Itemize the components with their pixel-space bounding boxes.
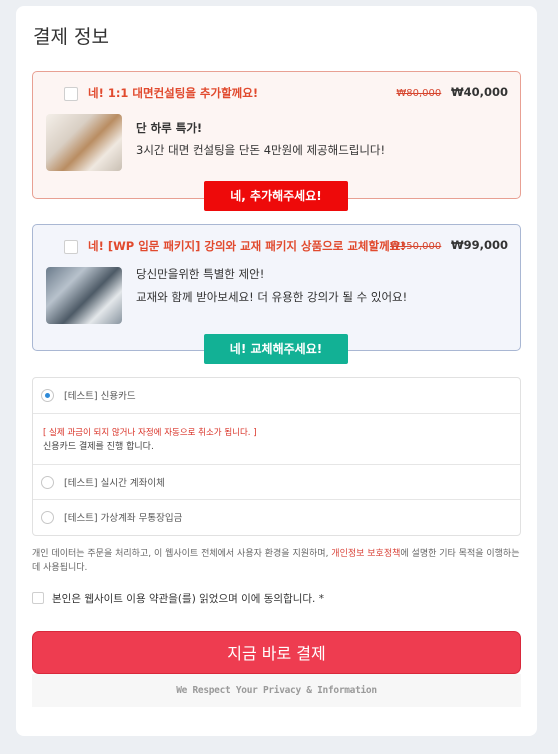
upsell-offer-consulting: 네! 1:1 대면컨설팅을 추가할께요! ₩80,000 ₩40,000 단 하… (32, 71, 521, 199)
test-payment-warning: [ 실제 과금이 되지 않거나 자정에 자동으로 취소가 됩니다. ] (43, 428, 257, 438)
offer-package-description: 교재와 함께 받아보세요! 더 유용한 강의가 될 수 있어요! (136, 290, 408, 304)
terms-checkbox[interactable] (32, 592, 44, 604)
add-consulting-button[interactable]: 네, 추가해주세요! (204, 181, 348, 211)
offer-consulting-image (46, 114, 122, 171)
offer-consulting-checkbox[interactable] (64, 87, 78, 101)
upsell-offer-package: 네! [WP 입문 패키지] 강의와 교재 패키지 상품으로 교체할께요! ₩3… (32, 224, 521, 351)
old-price: ₩350,000 (390, 241, 442, 252)
payment-method-label: [테스트] 가상계좌 무통장입금 (64, 513, 183, 524)
payment-method-label: [테스트] 실시간 계좌이체 (64, 478, 165, 489)
swap-package-button[interactable]: 네! 교체해주세요! (204, 334, 348, 364)
privacy-notice: 개인 데이터는 주문을 처리하고, 이 웹사이트 전체에서 사용자 환경을 지원… (32, 547, 522, 575)
radio-virtual-account[interactable] (41, 511, 54, 524)
terms-label: 본인은 웹사이트 이용 약관을(를) 읽었으며 이에 동의합니다. * (52, 593, 324, 605)
payment-method-bank-transfer[interactable]: [테스트] 실시간 계좌이체 (33, 465, 520, 500)
radio-credit-card[interactable] (41, 389, 54, 402)
page-title: 결제 정보 (33, 26, 109, 48)
offer-package-image (46, 267, 122, 324)
offer-package-headline: 네! [WP 입문 패키지] 강의와 교재 패키지 상품으로 교체할께요! (88, 239, 406, 253)
privacy-policy-link[interactable]: 개인정보 보호정책 (331, 549, 400, 559)
pay-now-button[interactable]: 지금 바로 결제 (32, 631, 521, 674)
privacy-respect-banner: We Respect Your Privacy & Information (32, 674, 521, 707)
checkout-card: 결제 정보 네! 1:1 대면컨설팅을 추가할께요! ₩80,000 ₩40,0… (16, 6, 537, 736)
offer-consulting-price: ₩80,000 ₩40,000 (396, 85, 508, 99)
offer-package-price: ₩350,000 ₩99,000 (390, 238, 508, 252)
new-price: ₩40,000 (450, 85, 508, 99)
payment-methods: [테스트] 신용카드 [ 실제 과금이 되지 않거나 자정에 자동으로 취소가 … (32, 377, 521, 536)
payment-method-virtual-account[interactable]: [테스트] 가상계좌 무통장입금 (33, 500, 520, 536)
payment-info-text: 신용카드 결제를 진행 합니다. (43, 442, 154, 452)
radio-bank-transfer[interactable] (41, 476, 54, 489)
offer-package-checkbox[interactable] (64, 240, 78, 254)
payment-method-details: [ 실제 과금이 되지 않거나 자정에 자동으로 취소가 됩니다. ] 신용카드… (33, 414, 520, 465)
privacy-text-before: 개인 데이터는 주문을 처리하고, 이 웹사이트 전체에서 사용자 환경을 지원… (32, 549, 332, 559)
payment-method-credit-card[interactable]: [테스트] 신용카드 (33, 378, 520, 414)
old-price: ₩80,000 (396, 88, 442, 99)
offer-package-tagline: 당신만을위한 특별한 제안! (136, 267, 265, 281)
new-price: ₩99,000 (450, 238, 508, 252)
payment-method-label: [테스트] 신용카드 (64, 391, 136, 402)
offer-consulting-description: 3시간 대면 컨설팅을 단돈 4만원에 제공해드립니다! (136, 143, 386, 157)
offer-consulting-headline: 네! 1:1 대면컨설팅을 추가할께요! (88, 86, 259, 100)
offer-consulting-tagline: 단 하루 특가! (136, 121, 203, 135)
